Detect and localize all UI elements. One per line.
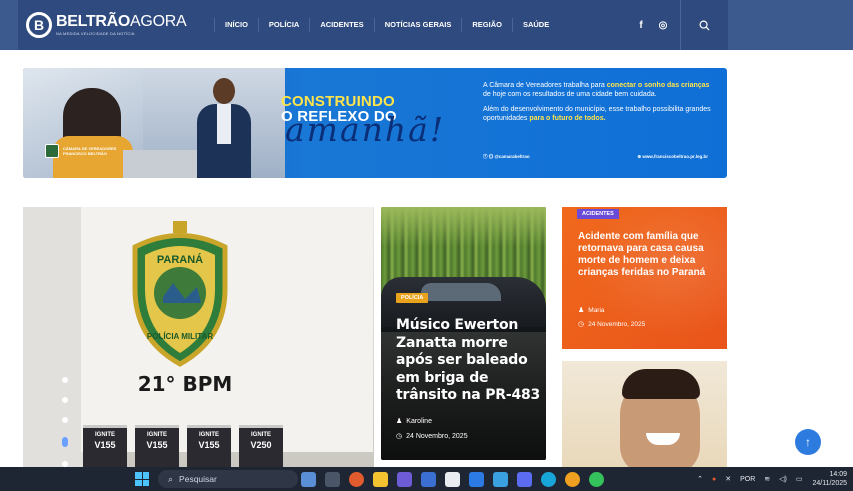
back-to-top-button[interactable]: ↑ (795, 429, 821, 455)
banner-footer: ⓕ ◎ @camarabeltrao ⊕ www.franciscobeltra… (483, 154, 708, 160)
pack-item: IGNITE V250 (239, 425, 283, 467)
logo-tagline: NA MEDIDA VELOCIDADE DA NOTÍCIA (56, 31, 135, 36)
banner-photo (23, 68, 285, 178)
logo-bold: BELTRÃO (56, 13, 131, 30)
camara-seal: CÂMARA DE VEREADORES FRANCISCO BELTRÃO (45, 144, 116, 158)
man-figure (195, 76, 251, 178)
nav-noticias-gerais[interactable]: NOTÍCIAS GERAIS (373, 18, 462, 32)
facebook-icon[interactable]: f (630, 20, 652, 31)
battery-icon[interactable]: ▭ (796, 475, 803, 483)
coat-of-arms-icon (45, 144, 59, 158)
banner-title-line1: CONSTRUINDO (281, 93, 395, 110)
social-icons: ⓕ ◎ (483, 154, 495, 159)
clock-date: 24/11/2025 (812, 480, 847, 487)
app-tray-icon[interactable]: ● (712, 476, 716, 483)
user-icon: ♟ (578, 307, 585, 314)
nav-regiao[interactable]: REGIÃO (461, 18, 512, 32)
pack-item: IGNITE V155 (135, 425, 179, 467)
news-title[interactable]: Músico Ewerton Zanatta morre após ser ba… (396, 317, 546, 405)
arrow-up-icon: ↑ (805, 435, 811, 449)
slider-dot-1[interactable] (62, 377, 68, 383)
post-date: 24 Novembro, 2025 (406, 432, 468, 440)
clock-icon: ◷ (578, 321, 585, 328)
user-icon: ♟ (396, 418, 403, 425)
slider-dots (60, 377, 70, 467)
taskbar-search-placeholder: Pesquisar (179, 474, 217, 484)
clock-icon: ◷ (396, 433, 403, 440)
system-tray: ⌃ ● ✕ POR ≋ ◁) ▭ 14:09 24/11/2025 (688, 467, 847, 491)
store-icon[interactable] (468, 471, 484, 487)
news-card-policia[interactable]: POLÍCIA Músico Ewerton Zanatta morre apó… (381, 207, 546, 460)
task-view-icon[interactable] (324, 471, 340, 487)
seal-line2: FRANCISCO BELTRÃO (63, 151, 107, 156)
pack-item: IGNITE V155 (83, 425, 127, 467)
logo-icon: B (26, 12, 52, 38)
nav-policia[interactable]: POLÍCIA (257, 18, 309, 32)
nav-inicio[interactable]: INÍCIO (214, 18, 258, 32)
windows-taskbar: ⌕ Pesquisar ⌃ ● ✕ POR ≋ ◁) ▭ 14:09 24/11/… (0, 467, 853, 491)
header-bar: B BELTRÃOAGORA NA MEDIDA VELOCIDADE DA N… (18, 0, 728, 50)
pack-item: IGNITE V155 (187, 425, 231, 467)
muted-icon[interactable]: ✕ (725, 475, 731, 483)
banner-text: A Câmara de Vereadores trabalha para con… (483, 82, 711, 122)
news-title[interactable]: Acidente com família que retornava para … (578, 231, 718, 279)
chevron-up-icon[interactable]: ⌃ (697, 475, 703, 483)
app-icon[interactable] (396, 471, 412, 487)
search-icon: ⌕ (168, 473, 174, 484)
search-icon (699, 20, 710, 31)
site-logo[interactable]: B BELTRÃOAGORA NA MEDIDA VELOCIDADE DA N… (26, 0, 196, 50)
author-name[interactable]: Karoline (406, 418, 432, 425)
main-nav: INÍCIO POLÍCIA ACIDENTES NOTÍCIAS GERAIS… (214, 18, 559, 32)
emblem-bottom-text: POLÍCIA MILITAR (147, 332, 213, 341)
slider-dot-4-active[interactable] (62, 437, 68, 447)
category-badge[interactable]: POLÍCIA (396, 293, 429, 303)
emblem-top-text: PARANÁ (157, 253, 203, 266)
post-date: 24 Novembro, 2025 (588, 320, 646, 328)
search-button[interactable] (680, 0, 728, 50)
language-indicator[interactable]: POR (740, 476, 755, 483)
site-header: B BELTRÃOAGORA NA MEDIDA VELOCIDADE DA N… (0, 0, 853, 50)
wifi-icon[interactable]: ≋ (764, 475, 770, 483)
volume-icon[interactable]: ◁) (779, 475, 787, 483)
featured-slider[interactable]: PARANÁ POLÍCIA MILITAR 21° BPM IGNITE V15… (23, 207, 374, 467)
whatsapp-icon[interactable] (588, 471, 604, 487)
teams-icon[interactable] (516, 471, 532, 487)
file-explorer-icon[interactable] (372, 471, 388, 487)
calculator-icon[interactable] (444, 471, 460, 487)
instagram-icon[interactable]: ◎ (652, 20, 674, 31)
chrome-icon[interactable] (348, 471, 364, 487)
news-card-photo[interactable] (562, 361, 727, 467)
widgets-icon[interactable] (300, 471, 316, 487)
mail-icon[interactable] (492, 471, 508, 487)
app-b-icon[interactable] (420, 471, 436, 487)
nav-acidentes[interactable]: ACIDENTES (309, 18, 373, 32)
news-card-acidentes[interactable]: ACIDENTES Acidente com família que retor… (562, 207, 727, 349)
seized-packs: IGNITE V155 IGNITE V155 IGNITE V155 IGNITE V… (83, 425, 303, 467)
category-badge[interactable]: ACIDENTES (577, 209, 619, 219)
pm-emblem: PARANÁ POLÍCIA MILITAR (132, 221, 228, 367)
slider-dot-3[interactable] (62, 417, 68, 423)
clock-time: 14:09 (829, 471, 847, 478)
edge-icon[interactable] (540, 471, 556, 487)
ad-banner[interactable]: CÂMARA DE VEREADORES FRANCISCO BELTRÃO C… (23, 68, 727, 178)
taskbar-search[interactable]: ⌕ Pesquisar (158, 470, 298, 488)
clock[interactable]: 14:09 24/11/2025 (812, 470, 847, 488)
windows-start-icon[interactable] (135, 472, 149, 486)
author-name[interactable]: Maria (588, 307, 604, 314)
banner-script: amanhã! (285, 110, 446, 149)
banner-site: www.franciscobeltrao.pr.leg.br (642, 154, 708, 159)
slider-dot-2[interactable] (62, 397, 68, 403)
chrome-alt-icon[interactable] (564, 471, 580, 487)
logo-light: AGORA (130, 13, 187, 30)
nav-saude[interactable]: SAÚDE (511, 18, 559, 32)
taskbar-apps (296, 470, 608, 488)
bpm-label: 21° BPM (137, 372, 233, 396)
banner-handle: @camarabeltrao (494, 154, 530, 159)
